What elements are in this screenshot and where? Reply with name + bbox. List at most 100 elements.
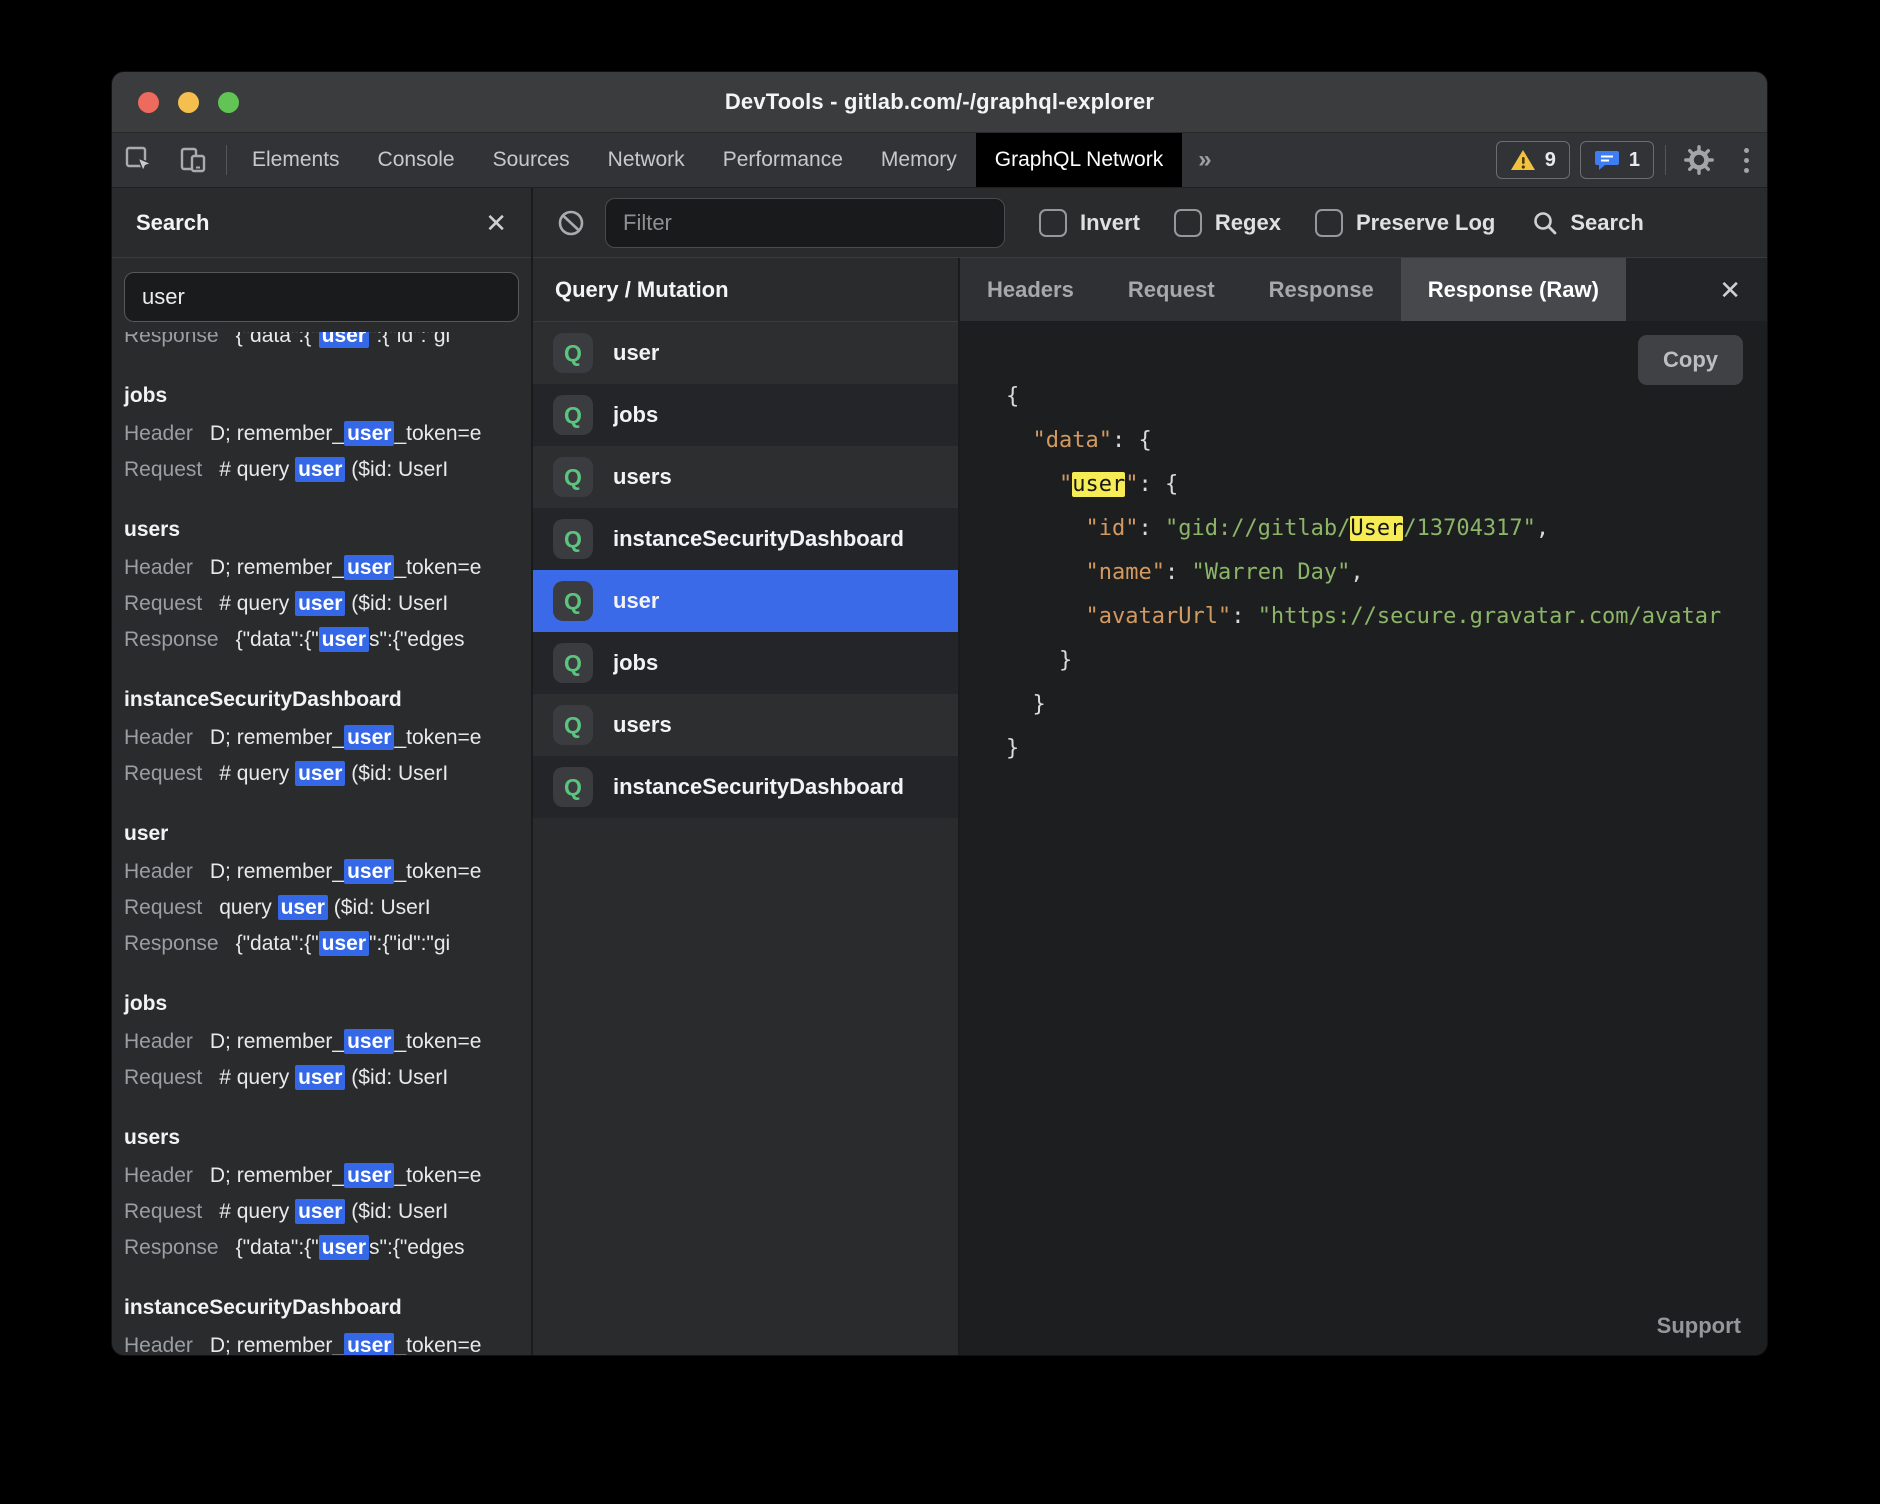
search-match-highlight: user [344,1029,394,1054]
json-punct [1006,604,1085,629]
search-result-row[interactable]: Requestquery user ($id: UserI [124,890,531,926]
result-row-label: Response [124,1236,219,1259]
json-punct: } [1006,736,1019,761]
query-list-item-users[interactable]: Qusers [533,446,958,508]
detail-tab-response[interactable]: Response [1242,258,1401,321]
warnings-badge[interactable]: 9 [1496,141,1570,179]
query-type-icon: Q [553,705,593,745]
kebab-menu-icon[interactable] [1726,133,1767,187]
more-tabs-icon[interactable]: » [1182,133,1227,187]
query-name: jobs [613,402,658,428]
query-list-item-instancesecuritydashboard[interactable]: QinstanceSecurityDashboard [533,508,958,570]
search-result-row[interactable]: HeaderD; remember_user_token=e [124,1024,531,1060]
query-list: QuserQjobsQusersQinstanceSecurityDashboa… [533,322,958,1355]
checkbox-regex[interactable]: Regex [1174,209,1281,237]
result-row-label: Header [124,1334,193,1355]
search-result-row[interactable]: Response{"data":{"users":{"edges [124,622,531,658]
tab-memory[interactable]: Memory [862,133,976,187]
json-key: "avatarUrl" [1085,604,1231,629]
search-result-row[interactable]: HeaderD; remember_user_token=e [124,1158,531,1194]
device-toolbar-icon[interactable] [166,133,220,187]
panes-row: Query / Mutation QuserQjobsQusersQinstan… [533,258,1767,1355]
search-match-highlight: user [278,895,328,920]
clear-filter-icon[interactable] [555,207,587,239]
json-string: "gid://gitlab/ [1165,516,1350,541]
network-search-button[interactable]: Search [1531,209,1643,237]
search-result-row[interactable]: HeaderD; remember_user_token=e [124,720,531,756]
issues-badge[interactable]: 1 [1580,141,1654,179]
search-result-row[interactable]: Response{"data":{"user":{"id":"gi [124,332,531,354]
result-row-text: # query [219,762,295,785]
warning-icon [1510,148,1536,172]
query-type-icon: Q [553,519,593,559]
json-line: } [1006,727,1767,771]
search-result-row[interactable]: HeaderD; remember_user_token=e [124,550,531,586]
search-result-row[interactable]: Response{"data":{"users":{"edges [124,1230,531,1266]
filter-checkboxes: Invert Regex Preserve Log [1005,209,1495,237]
query-list-item-jobs[interactable]: Qjobs [533,632,958,694]
result-row-text: ":{"id":"gi [369,932,450,955]
checkbox-box[interactable] [1174,209,1202,237]
query-list-panel: Query / Mutation QuserQjobsQusersQinstan… [533,258,958,1355]
json-line: } [1006,639,1767,683]
result-row-label: Header [124,726,193,749]
search-result-row[interactable]: Request# query user ($id: UserI [124,1060,531,1096]
json-string: "https://secure.gravatar.com/avatar [1258,604,1722,629]
search-result-row[interactable]: HeaderD; remember_user_token=e [124,416,531,452]
query-list-item-user[interactable]: Quser [533,570,958,632]
detail-tab-headers[interactable]: Headers [960,258,1101,321]
query-name: jobs [613,650,658,676]
tab-sources[interactable]: Sources [474,133,589,187]
close-search-panel-icon[interactable]: ✕ [485,210,507,236]
search-result-row[interactable]: Request# query user ($id: UserI [124,586,531,622]
checkbox-invert[interactable]: Invert [1039,209,1140,237]
json-line: "name": "Warren Day", [1006,551,1767,595]
tab-elements[interactable]: Elements [233,133,359,187]
toolbar-spacer [1228,133,1491,187]
tab-graphql-network[interactable]: GraphQL Network [976,133,1182,187]
close-detail-icon[interactable]: ✕ [1719,277,1741,303]
query-name: instanceSecurityDashboard [613,774,904,800]
checkbox-box[interactable] [1039,209,1067,237]
search-result-row[interactable]: Request# query user ($id: UserI [124,452,531,488]
search-result-row[interactable]: HeaderD; remember_user_token=e [124,1328,531,1355]
result-row-text: D; remember_ [210,422,344,445]
json-punct [1006,560,1085,585]
result-row-text: ":{"id":"gi [369,332,450,347]
search-input[interactable] [124,272,519,322]
detail-tab-response-raw[interactable]: Response (Raw) [1401,258,1626,321]
close-window-button[interactable] [138,92,159,113]
settings-gear-icon[interactable] [1672,133,1726,187]
search-box [112,258,531,332]
detail-tab-request[interactable]: Request [1101,258,1242,321]
checkbox-preserve-log[interactable]: Preserve Log [1315,209,1495,237]
query-list-item-jobs[interactable]: Qjobs [533,384,958,446]
tab-network[interactable]: Network [589,133,704,187]
inspect-element-icon[interactable] [112,133,166,187]
search-match-highlight: user [319,332,369,348]
result-row-text: D; remember_ [210,1030,344,1053]
checkbox-label: Invert [1080,210,1140,236]
filter-input[interactable] [605,198,1005,248]
tab-performance[interactable]: Performance [704,133,862,187]
result-row-label: Request [124,592,202,615]
query-list-item-instancesecuritydashboard[interactable]: QinstanceSecurityDashboard [533,756,958,818]
checkbox-box[interactable] [1315,209,1343,237]
search-result-row[interactable]: Request# query user ($id: UserI [124,1194,531,1230]
json-punct [1006,472,1059,497]
json-string: /13704317" [1403,516,1535,541]
search-result-row[interactable]: Response{"data":{"user":{"id":"gi [124,926,531,962]
query-list-item-users[interactable]: Qusers [533,694,958,756]
support-link[interactable]: Support [1657,1313,1741,1339]
search-result-row[interactable]: HeaderD; remember_user_token=e [124,854,531,890]
result-row-label: Header [124,422,193,445]
search-panel: Search ✕ Response{"data":{"user":{"id":"… [112,188,531,1355]
json-line: "id": "gid://gitlab/User/13704317", [1006,507,1767,551]
minimize-window-button[interactable] [178,92,199,113]
tab-console[interactable]: Console [359,133,474,187]
search-match-highlight: user [295,761,345,786]
query-list-item-user[interactable]: Quser [533,322,958,384]
search-result-row[interactable]: Request# query user ($id: UserI [124,756,531,792]
zoom-window-button[interactable] [218,92,239,113]
copy-button[interactable]: Copy [1638,335,1743,385]
